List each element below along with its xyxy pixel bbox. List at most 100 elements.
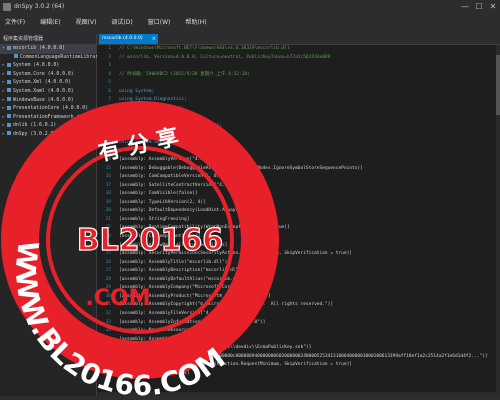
code-text: [assembly: AssemblyInformationalVersion(… — [119, 319, 266, 325]
menu-file[interactable]: 文件(F) — [5, 17, 25, 26]
code-text: using System.Security.Permissions; — [119, 140, 212, 146]
assembly-icon — [7, 114, 11, 119]
line-number: 28 — [105, 276, 111, 282]
code-editor[interactable]: 1 // C:\Windows\Microsoft.NET\Framework64… — [97, 45, 500, 396]
line-number: 18 — [105, 191, 111, 197]
code-text: [assembly: ComVisible(false)] — [119, 191, 198, 197]
code-text: [assembly: AssemblyCopyright("© Microsof… — [119, 302, 334, 308]
tree-item[interactable]: ▸ System.Xml (4.0.0.0) — [0, 79, 96, 88]
code-line: 15 [assembly: Debuggable(DebuggableAttrib… — [97, 165, 500, 174]
code-line: 12 using System.Security.Permissions; — [97, 139, 500, 148]
code-line: 23 [assembly: CLSCompliant(true)] — [97, 233, 500, 242]
tree-item[interactable]: ▸ PresentationFramework (4.0.0.0) — [0, 114, 103, 123]
code-line: 14 [assembly: AssemblyVersion("4.0.0.0")] — [97, 156, 500, 165]
app-icon — [3, 3, 11, 11]
tree-item[interactable]: ▸ System.Xaml (4.0.0.0) — [0, 88, 96, 97]
code-line: 24 [assembly: AllowPartiallyTrustedCaller… — [97, 242, 500, 251]
code-line: 34 [assembly: NeutralResourcesLanguage("e… — [97, 327, 500, 336]
vertical-scrollbar[interactable] — [496, 45, 500, 392]
line-number: 20 — [105, 208, 111, 214]
scroll-thumb[interactable] — [496, 55, 500, 115]
maximize-button[interactable]: ☐ — [472, 0, 486, 14]
tree-item[interactable]: ▸ System.Core (4.0.0.0) — [0, 71, 96, 80]
code-text: [assembly: AssemblyTitle("mscorlib.dll")… — [119, 259, 231, 265]
tree-item-label: PresentationCore (4.0.0.0) — [13, 106, 89, 112]
tree-item-label: System.Core (4.0.0.0) — [13, 71, 74, 77]
close-button[interactable]: ✕ — [486, 0, 500, 14]
line-number: 12 — [105, 140, 111, 146]
code-text: using System.Resources; — [119, 114, 182, 120]
minimize-button[interactable]: — — [458, 0, 472, 14]
code-line: 13 — [97, 148, 500, 157]
code-text: [assembly: Debuggable(DebuggableAttribut… — [119, 165, 363, 171]
line-number: 17 — [105, 182, 111, 188]
code-line: 29 [assembly: AssemblyCompany("Microsoft … — [97, 284, 500, 293]
code-line: 32 [assembly: AssemblyFileVersion("4.6.10… — [97, 310, 500, 319]
tab-mscorlib[interactable]: mscorlib (4.0.0.0) × — [99, 34, 158, 44]
code-text: [assembly: SecurityPermission(SecurityAc… — [119, 362, 352, 368]
line-number: 23 — [105, 234, 111, 240]
code-line: 21 [assembly: StringFreezing] — [97, 216, 500, 225]
assembly-icon — [7, 88, 11, 93]
line-number: 30 — [105, 293, 111, 299]
menu-view[interactable]: 视图(V) — [76, 17, 97, 26]
code-line: 27 [assembly: AssemblyDescription("mscorl… — [97, 267, 500, 276]
line-number: 14 — [105, 157, 111, 163]
tree-item[interactable]: CommonLanguageRuntimeLibrary — [0, 54, 101, 63]
code-text: [assembly: AssemblyFileVersion("4.6.1055… — [119, 310, 241, 316]
code-line: 26 [assembly: AssemblyTitle("mscorlib.dll… — [97, 259, 500, 268]
line-number: 2 — [108, 54, 111, 60]
window-title: dnSpy 3.0.2 (64) — [14, 3, 65, 10]
code-line: 30 [assembly: AssemblyProduct("Microsoft®… — [97, 293, 500, 302]
code-line: 3 — [97, 62, 500, 71]
code-line: 25 [assembly: SecurityPermission(Security… — [97, 250, 500, 259]
code-text: [module: UnverifiableCode] — [119, 370, 190, 376]
code-text: [assembly: AssemblyKeyFile("f:\\dd\\tool… — [119, 345, 312, 351]
code-text: [assembly: AllowPartiallyTrustedCallers] — [119, 242, 228, 248]
code-text: using System.Diagnostics; — [119, 97, 187, 103]
tab-bar: mscorlib (4.0.0.0) × — [97, 34, 500, 45]
tree-item[interactable]: ▸ PresentationCore (4.0.0.0) — [0, 105, 96, 114]
line-number: 21 — [105, 216, 111, 222]
code-text: [assembly: AssemblyCompany("Microsoft Co… — [119, 285, 260, 291]
assembly-icon — [7, 71, 11, 76]
menu-edit[interactable]: 编辑(E) — [40, 17, 60, 26]
assembly-icon — [7, 131, 11, 136]
code-line: 5 — [97, 79, 500, 88]
code-line: 28 [assembly: AssemblyDefaultAlias("mscor… — [97, 276, 500, 285]
code-text: [assembly: AssemblyDescription("mscorlib… — [119, 268, 247, 274]
line-number: 36 — [105, 345, 111, 351]
code-text: using System.Runtime.InteropServices; — [119, 131, 220, 137]
code-line: 6 using System; — [97, 88, 500, 97]
close-tab-icon[interactable]: × — [152, 34, 156, 44]
code-text: using System.Runtime.CompilerServices; — [119, 122, 222, 128]
code-text: [assembly: ComCompatibleVersion(1, 0, 33… — [119, 174, 247, 180]
code-text: [assembly: AssemblyProduct("Microsoft® .… — [119, 293, 271, 299]
line-number: 31 — [105, 302, 111, 308]
code-text: [assembly: AssemblyDefaultAlias("mscorli… — [119, 276, 250, 282]
code-line: 7 using System.Diagnostics; — [97, 96, 500, 105]
code-text: [assembly: AssemblySignatureKey("0024000… — [119, 353, 488, 359]
line-number: 24 — [105, 242, 111, 248]
code-text: [assembly: RuntimeCompatibility(WrapNonE… — [119, 225, 290, 231]
tree-item[interactable]: ▸ dnlib (1.6.0.1) — [0, 122, 96, 131]
tree-item[interactable]: ▾ mscorlib (4.0.0.0) — [0, 45, 96, 54]
line-number: 39 — [105, 370, 111, 376]
tree-item[interactable]: ▸ System (4.0.0.0) — [0, 62, 96, 71]
menu-help[interactable]: 帮助(H) — [185, 17, 206, 26]
code-text: // mscorlib, Version=4.0.0.0, Culture=ne… — [119, 54, 331, 60]
code-text: [assembly: SatelliteContractVersion("4.0… — [119, 182, 247, 188]
line-number: 25 — [105, 251, 111, 257]
code-text: [assembly: AssemblyDelaySign(true)] — [119, 336, 214, 342]
menu-debug[interactable]: 调试(D) — [111, 17, 132, 26]
code-text: using System.Reflection; — [119, 105, 185, 111]
code-line: 20 [assembly: DefaultDependency(LoadHint.… — [97, 207, 500, 216]
menu-window[interactable]: 窗口(W) — [148, 17, 171, 26]
line-number: 1 — [108, 46, 111, 51]
tree-item-label: System.Xml (4.0.0.0) — [13, 80, 71, 86]
code-text: [assembly: AssemblyVersion("4.0.0.0")] — [119, 157, 222, 163]
tree-item[interactable]: ▸ dnSpy (3.0.2.0) — [0, 131, 96, 140]
tree-item[interactable]: ▸ WindowsBase (4.0.0.0) — [0, 97, 96, 106]
line-number: 3 — [108, 63, 111, 69]
assembly-icon — [7, 97, 11, 102]
